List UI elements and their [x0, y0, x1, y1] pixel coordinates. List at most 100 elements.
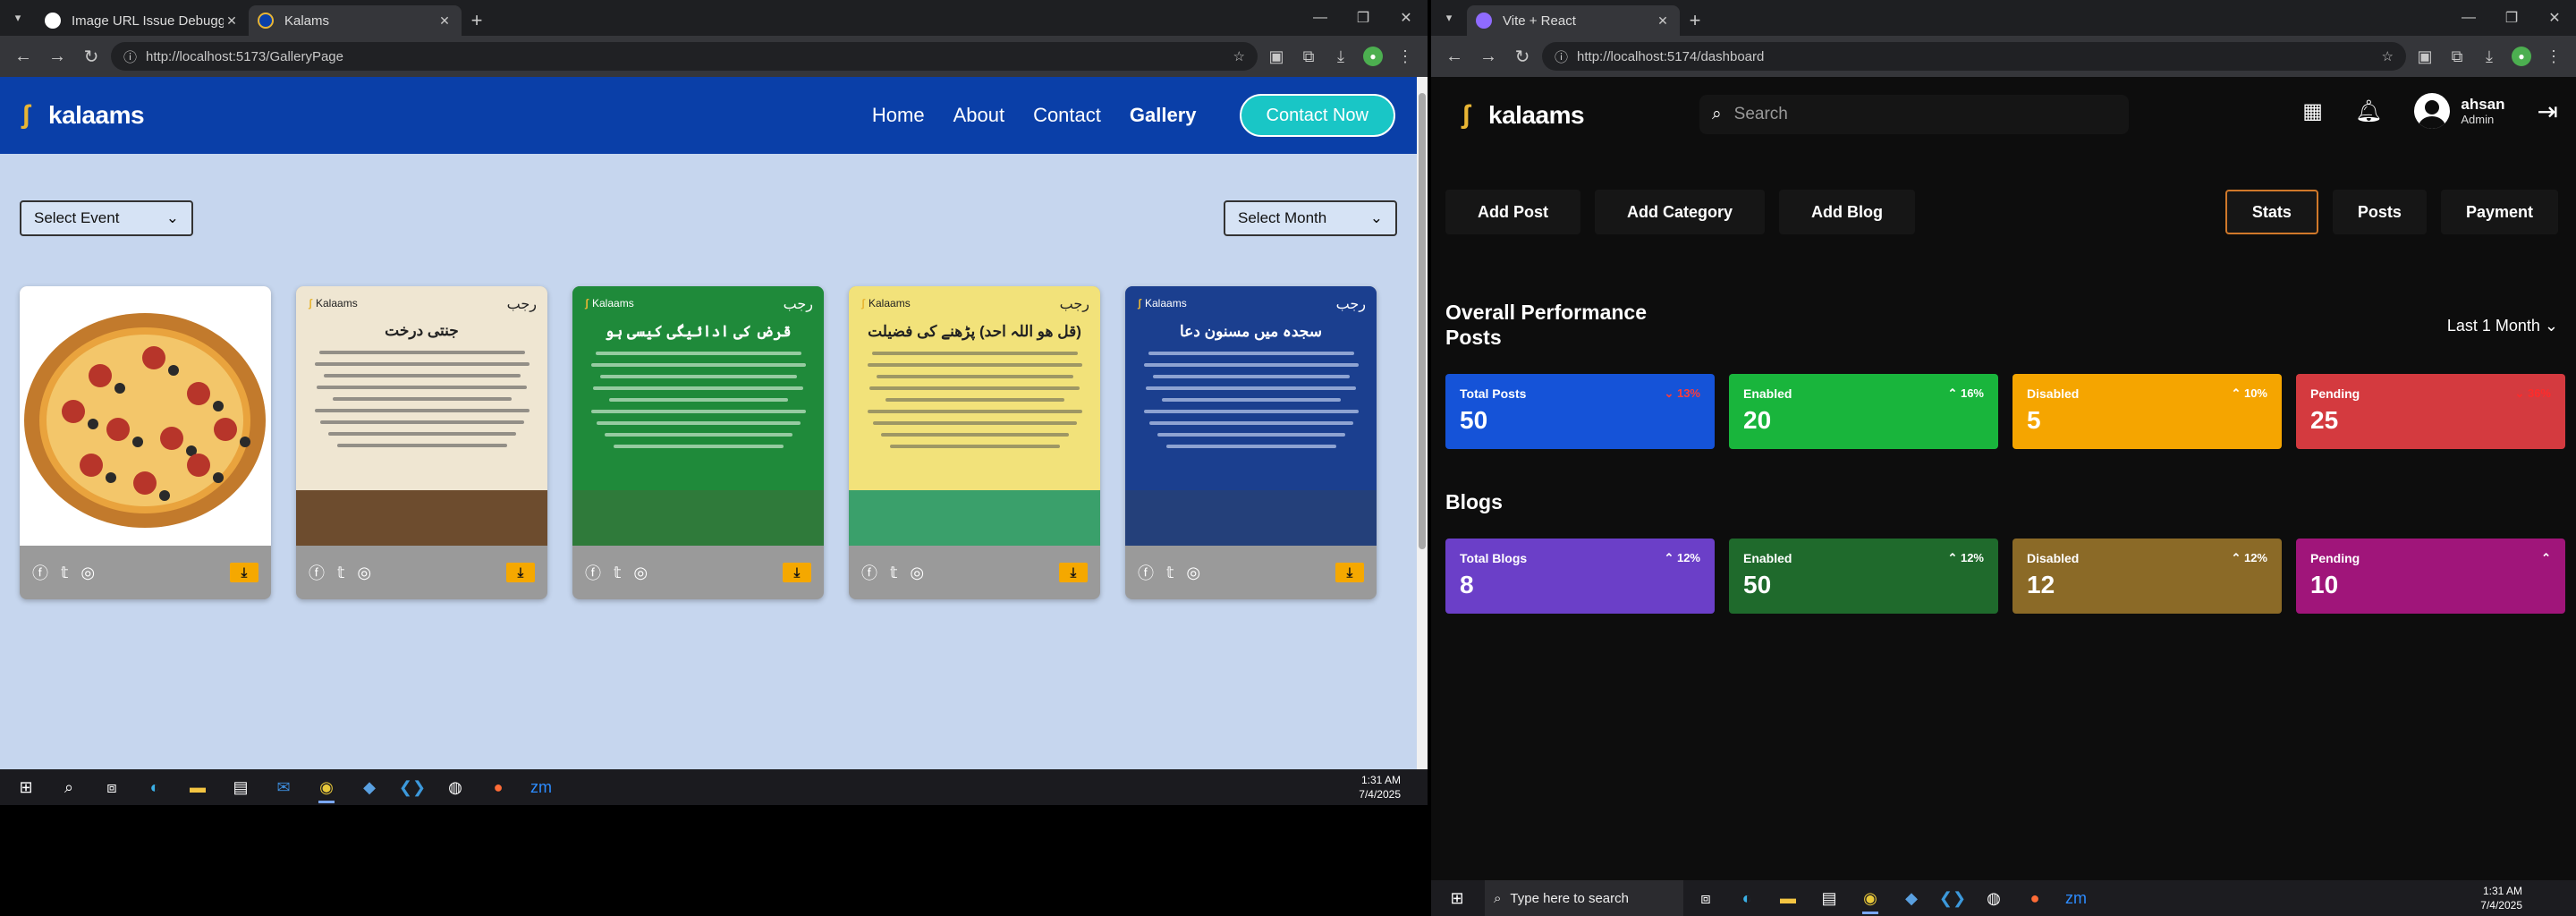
- tab-vite-react[interactable]: Vite + React ✕: [1467, 5, 1680, 36]
- facebook-icon[interactable]: ⓕ: [861, 561, 877, 584]
- downloads-icon[interactable]: ⤓: [2476, 43, 2503, 70]
- close-tab-icon[interactable]: ✕: [436, 13, 453, 29]
- site-logo[interactable]: ʃ kalaams: [21, 100, 145, 131]
- instagram-icon[interactable]: ◎: [910, 564, 924, 582]
- browser-menu-icon[interactable]: ⋮: [1392, 43, 1419, 70]
- bookmark-star-icon[interactable]: ☆: [2382, 48, 2394, 64]
- app-icon[interactable]: ◆: [351, 769, 388, 805]
- store-icon[interactable]: ▤: [222, 769, 259, 805]
- nav-home[interactable]: Home: [872, 104, 925, 127]
- bookmark-star-icon[interactable]: ☆: [1233, 48, 1245, 64]
- task-view-icon[interactable]: ⧈: [1687, 880, 1724, 916]
- download-icon[interactable]: ⤓: [783, 563, 811, 582]
- downloads-icon[interactable]: ⤓: [1327, 43, 1354, 70]
- facebook-icon[interactable]: ⓕ: [309, 561, 325, 584]
- minimize-icon[interactable]: —: [1299, 0, 1342, 36]
- taskbar-search[interactable]: ⌕ Type here to search: [1485, 880, 1683, 916]
- profile-avatar[interactable]: ●: [1360, 43, 1386, 70]
- app-icon[interactable]: ◍: [1975, 880, 2012, 916]
- taskbar-clock[interactable]: 1:31 AM 7/4/2025: [1359, 773, 1401, 802]
- stat-card[interactable]: Disabled 12 ⌃ 12%: [2012, 539, 2282, 614]
- omnibox[interactable]: ⓘ http://localhost:5173/GalleryPage ☆: [111, 42, 1258, 71]
- tab-stats[interactable]: Stats: [2224, 190, 2318, 234]
- instagram-icon[interactable]: ◎: [357, 564, 371, 582]
- facebook-icon[interactable]: ⓕ: [32, 561, 48, 584]
- gallery-card[interactable]: ʃ Kalaams رجب قرض کی ادائیگی کیسی ہو ⓕ 𝕥 ◎ ⤓: [572, 286, 824, 599]
- extensions-puzzle-icon[interactable]: ⧉: [2444, 43, 2470, 70]
- app-icon[interactable]: ◍: [436, 769, 474, 805]
- instagram-icon[interactable]: ◎: [1186, 564, 1200, 582]
- download-icon[interactable]: ⤓: [230, 563, 258, 582]
- file-explorer-icon[interactable]: ▬: [179, 769, 216, 805]
- chrome-icon[interactable]: ◉: [308, 769, 345, 805]
- tab-payment[interactable]: Payment: [2440, 190, 2558, 234]
- file-explorer-icon[interactable]: ▬: [1769, 880, 1807, 916]
- new-tab-icon[interactable]: +: [1680, 5, 1710, 36]
- windows-start-icon[interactable]: ⊞: [7, 769, 45, 805]
- tab-search-icon[interactable]: ▾: [1431, 0, 1467, 36]
- windows-start-icon[interactable]: ⊞: [1438, 880, 1476, 916]
- facebook-icon[interactable]: ⓕ: [585, 561, 601, 584]
- tab-image-url-debugging[interactable]: Image URL Issue Debugging ✕: [36, 5, 249, 36]
- reload-icon[interactable]: ↻: [77, 42, 106, 71]
- browser-menu-icon[interactable]: ⋮: [2540, 43, 2567, 70]
- page-scrollbar[interactable]: [1417, 77, 1428, 769]
- edge-icon[interactable]: ◐: [1728, 880, 1766, 916]
- user-menu[interactable]: ahsan Admin: [2414, 93, 2505, 129]
- extensions-puzzle-icon[interactable]: ⧉: [1295, 43, 1322, 70]
- twitter-icon[interactable]: 𝕥: [337, 564, 344, 582]
- taskbar-clock[interactable]: 1:31 AM 7/4/2025: [2480, 884, 2522, 912]
- task-view-icon[interactable]: ⧈: [93, 769, 131, 805]
- card-image[interactable]: ʃ Kalaams رجب (قل ھو اللہ احد) پڑھنے کی فضی…: [849, 286, 1100, 546]
- twitter-icon[interactable]: 𝕥: [61, 564, 68, 582]
- url-text[interactable]: http://localhost:5174/dashboard: [1577, 49, 2373, 64]
- twitter-icon[interactable]: 𝕥: [1166, 564, 1174, 582]
- vscode-icon[interactable]: ❮❯: [1934, 880, 1971, 916]
- reload-icon[interactable]: ↻: [1508, 42, 1537, 71]
- nav-contact[interactable]: Contact: [1033, 104, 1101, 127]
- card-image[interactable]: [20, 286, 271, 546]
- dashboard-search[interactable]: ⌕ Search: [1699, 95, 2129, 134]
- back-icon[interactable]: ←: [1440, 42, 1469, 71]
- back-icon[interactable]: ←: [9, 42, 38, 71]
- instagram-icon[interactable]: ◎: [633, 564, 648, 582]
- tab-posts[interactable]: Posts: [2332, 190, 2427, 234]
- zoom-icon[interactable]: zm: [2057, 880, 2095, 916]
- dashboard-logo[interactable]: ʃ kalaams: [1462, 100, 1585, 131]
- stat-card[interactable]: Total Posts 50 ⌄ 13%: [1445, 374, 1715, 449]
- minimize-icon[interactable]: —: [2447, 0, 2490, 36]
- vscode-icon[interactable]: ❮❯: [394, 769, 431, 805]
- add-blog-button[interactable]: Add Blog: [1779, 190, 1915, 234]
- omnibox[interactable]: ⓘ http://localhost:5174/dashboard ☆: [1542, 42, 2406, 71]
- gallery-card[interactable]: ʃ Kalaams رجب جنتی درخت ⓕ 𝕥 ◎ ⤓: [296, 286, 547, 599]
- twitter-icon[interactable]: 𝕥: [890, 564, 897, 582]
- add-category-button[interactable]: Add Category: [1595, 190, 1766, 234]
- tab-search-icon[interactable]: ▾: [0, 0, 36, 36]
- facebook-icon[interactable]: ⓕ: [1138, 561, 1154, 584]
- select-event-dropdown[interactable]: Select Event ⌄: [20, 200, 193, 236]
- contact-now-button[interactable]: Contact Now: [1239, 94, 1395, 137]
- card-image[interactable]: ʃ Kalaams رجب جنتی درخت: [296, 286, 547, 546]
- select-month-dropdown[interactable]: Select Month ⌄: [1224, 200, 1397, 236]
- stat-card[interactable]: Enabled 20 ⌃ 16%: [1729, 374, 1998, 449]
- url-text[interactable]: http://localhost:5173/GalleryPage: [146, 49, 1224, 64]
- edge-icon[interactable]: ◐: [136, 769, 174, 805]
- nav-gallery[interactable]: Gallery: [1130, 104, 1197, 127]
- restore-icon[interactable]: ❐: [2490, 0, 2533, 36]
- stat-card[interactable]: Total Blogs 8 ⌃ 12%: [1445, 539, 1715, 614]
- site-info-icon[interactable]: ⓘ: [123, 47, 137, 66]
- download-icon[interactable]: ⤓: [506, 563, 535, 582]
- gallery-card[interactable]: ʃ Kalaams رجب سجدہ میں مسنون دعا ⓕ 𝕥 ◎ ⤓: [1125, 286, 1377, 599]
- restore-icon[interactable]: ❐: [1342, 0, 1385, 36]
- card-image[interactable]: ʃ Kalaams رجب قرض کی ادائیگی کیسی ہو: [572, 286, 824, 546]
- scrollbar-thumb[interactable]: [1419, 93, 1426, 549]
- tab-kalams[interactable]: Kalams ✕: [249, 5, 462, 36]
- stat-card[interactable]: Enabled 50 ⌃ 12%: [1729, 539, 1998, 614]
- download-icon[interactable]: ⤓: [1059, 563, 1088, 582]
- postman-icon[interactable]: ●: [2016, 880, 2054, 916]
- postman-icon[interactable]: ●: [479, 769, 517, 805]
- close-window-icon[interactable]: ✕: [1385, 0, 1428, 36]
- forward-icon[interactable]: →: [43, 42, 72, 71]
- search-icon[interactable]: ⌕: [50, 769, 88, 805]
- nav-about[interactable]: About: [953, 104, 1005, 127]
